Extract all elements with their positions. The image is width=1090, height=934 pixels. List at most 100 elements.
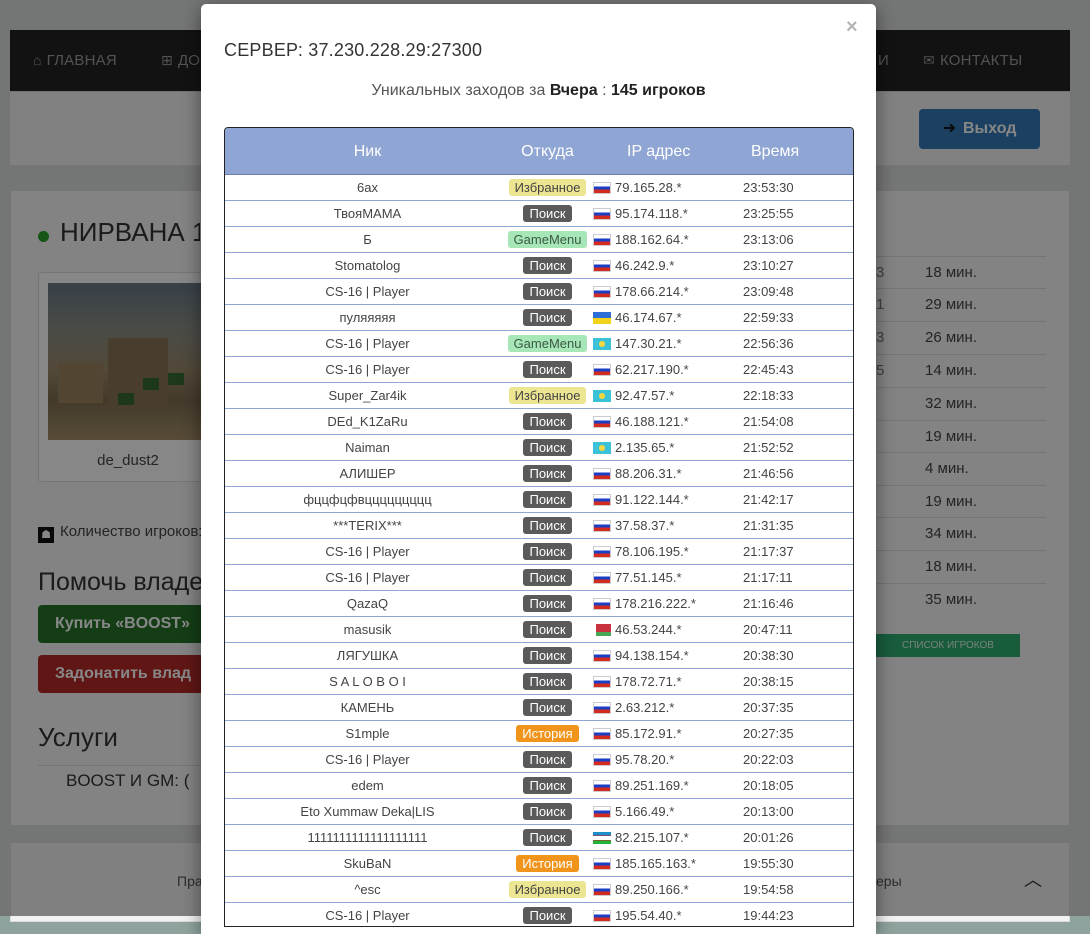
source-cell: Поиск (510, 439, 585, 456)
source-cell: Избранное (508, 881, 587, 898)
flag-uz-icon (593, 831, 611, 844)
ip-address: 188.162.64.* (615, 232, 689, 247)
visit-time: 21:46:56 (743, 466, 794, 481)
table-row: SkuBaN История 185.165.163.* 19:55:30 (225, 851, 853, 877)
flag-ru-icon (593, 259, 611, 272)
flag-ru-icon (593, 519, 611, 532)
ip-address: 95.174.118.* (615, 206, 688, 221)
ip-address: 178.66.214.* (615, 284, 689, 299)
flag-ru-icon (593, 675, 611, 688)
source-badge: История (516, 725, 579, 742)
ip-cell: 147.30.21.* (585, 336, 743, 351)
table-row: CS-16 | Player Поиск 95.78.20.* 20:22:03 (225, 747, 853, 773)
ip-address: 178.72.71.* (615, 674, 682, 689)
ip-cell: 95.78.20.* (585, 752, 743, 767)
player-nick: ЛЯГУШКА (336, 648, 399, 663)
player-nick: пуляяяяя (339, 310, 396, 325)
flag-ru-icon (593, 545, 611, 558)
table-row: Super_Zar4ik Избранное 92.47.57.* 22:18:33 (225, 383, 853, 409)
ip-cell: 2.63.212.* (585, 700, 743, 715)
flag-ru-icon (593, 233, 611, 246)
ip-address: 77.51.145.* (615, 570, 682, 585)
ip-address: 185.165.163.* (615, 856, 696, 871)
players-modal: СЕРВЕР: 37.230.228.29:27300 × Уникальных… (201, 4, 876, 934)
ip-cell: 185.165.163.* (585, 856, 743, 871)
close-icon[interactable]: × (846, 16, 858, 39)
source-cell: GameMenu (507, 231, 588, 248)
unique-visits-summary: Уникальных заходов за Вчера : 145 игроко… (371, 82, 706, 99)
flag-ru-icon (593, 701, 611, 714)
ip-address: 46.242.9.* (615, 258, 675, 273)
period-label: Вчера (549, 82, 598, 99)
source-badge: Поиск (523, 673, 572, 690)
flag-ru-icon (593, 415, 611, 428)
flag-ru-icon (593, 571, 611, 584)
ip-cell: 77.51.145.* (585, 570, 743, 585)
table-row: Stomatolog Поиск 46.242.9.* 23:10:27 (225, 253, 853, 279)
flag-ru-icon (593, 753, 611, 766)
ip-address: 2.135.65.* (615, 440, 675, 455)
table-row: ЛЯГУШКА Поиск 94.138.154.* 20:38:30 (225, 643, 853, 669)
flag-ru-icon (593, 805, 611, 818)
source-cell: Поиск (510, 569, 585, 586)
player-nick: CS-16 | Player (325, 752, 410, 767)
player-nick: фццфцфвццццццццц (303, 492, 432, 507)
visit-time: 22:59:33 (743, 310, 794, 325)
table-row: DEd_K1ZaRu Поиск 46.188.121.* 21:54:08 (225, 409, 853, 435)
ip-address: 79.165.28.* (615, 180, 682, 195)
visit-time: 19:55:30 (743, 856, 794, 871)
player-nick: CS-16 | Player (325, 284, 410, 299)
player-nick: Super_Zar4ik (328, 388, 407, 403)
table-row: CS-16 | Player Поиск 77.51.145.* 21:17:11 (225, 565, 853, 591)
flag-ru-icon (593, 207, 611, 220)
ip-address: 82.215.107.* (615, 830, 689, 845)
visit-time: 21:17:11 (743, 570, 793, 585)
flag-ru-icon (593, 285, 611, 298)
source-badge: GameMenu (507, 231, 588, 248)
ip-address: 2.63.212.* (615, 700, 675, 715)
source-badge: Поиск (523, 465, 572, 482)
source-badge: Поиск (523, 569, 572, 586)
table-row: edem Поиск 89.251.169.* 20:18:05 (225, 773, 853, 799)
source-badge: Поиск (523, 699, 572, 716)
table-row: S1mple История 85.172.91.* 20:27:35 (225, 721, 853, 747)
player-nick: S A L O B O I (329, 674, 406, 689)
ip-cell: 178.72.71.* (585, 674, 743, 689)
source-cell: Поиск (510, 309, 585, 326)
source-badge: Поиск (523, 205, 572, 222)
player-nick: CS-16 | Player (325, 362, 410, 377)
table-row: CS-16 | Player Поиск 195.54.40.* 19:44:23 (225, 903, 853, 926)
ip-address: 88.206.31.* (615, 466, 682, 481)
flag-by-icon (593, 623, 611, 636)
player-nick: 6ax (357, 180, 378, 195)
source-cell: Поиск (510, 517, 585, 534)
source-cell: История (510, 855, 585, 872)
player-nick: ТвояМАМА (333, 206, 402, 221)
ip-address: 46.174.67.* (615, 310, 682, 325)
source-cell: Поиск (510, 413, 585, 430)
source-badge: Поиск (523, 829, 572, 846)
column-header-from: Откуда (521, 143, 574, 160)
ip-address: 5.166.49.* (615, 804, 675, 819)
source-badge: Избранное (508, 179, 587, 196)
source-cell: Поиск (510, 777, 585, 794)
ip-cell: 178.66.214.* (585, 284, 743, 299)
modal-title: СЕРВЕР: 37.230.228.29:27300 (224, 40, 483, 60)
source-cell: Поиск (510, 829, 585, 846)
table-row: КАМЕНЬ Поиск 2.63.212.* 20:37:35 (225, 695, 853, 721)
flag-kz-icon (593, 337, 611, 350)
ip-cell: 94.138.154.* (585, 648, 743, 663)
player-nick: 1111111111111111111 (307, 830, 428, 845)
source-badge: Поиск (523, 517, 572, 534)
source-badge: Поиск (523, 803, 572, 820)
visit-time: 20:13:00 (743, 804, 794, 819)
player-nick: edem (351, 778, 384, 793)
source-badge: История (516, 855, 579, 872)
visit-time: 23:53:30 (743, 180, 794, 195)
ip-cell: 78.106.195.* (585, 544, 743, 559)
table-row: ТвояМАМА Поиск 95.174.118.* 23:25:55 (225, 201, 853, 227)
ip-address: 46.53.244.* (615, 622, 682, 637)
source-cell: Поиск (510, 595, 585, 612)
table-row: Eto Xummaw Deka|LIS Поиск 5.166.49.* 20:13:… (225, 799, 853, 825)
source-badge: Поиск (523, 361, 572, 378)
